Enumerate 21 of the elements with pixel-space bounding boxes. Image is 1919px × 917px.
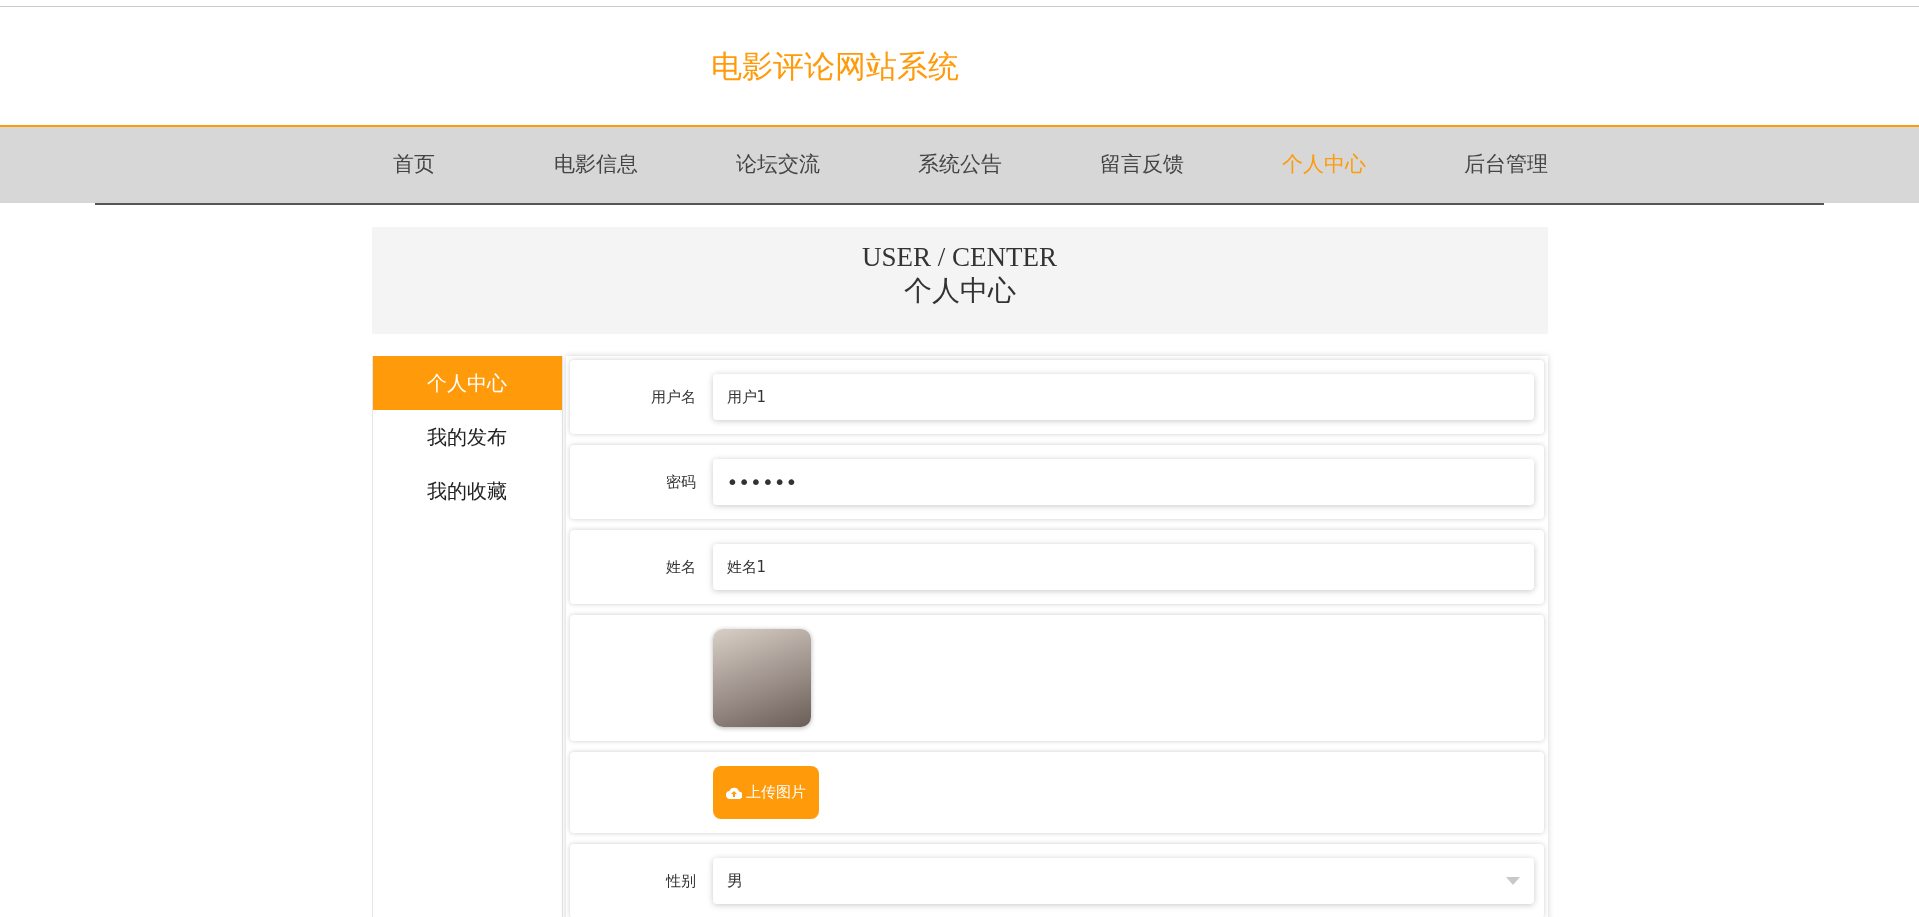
cloud-upload-icon [725,786,742,799]
caret-icon [1505,877,1520,885]
site-title: 电影评论网站系统 [710,47,960,86]
nav-link-item[interactable]: 首页 [322,149,505,181]
field-label: 姓名 [664,556,696,578]
sidebar-item[interactable]: 我的发布 [372,410,562,464]
sidebar-item[interactable]: 我的收藏 [372,464,562,518]
input-field[interactable]: 用户1 [712,374,1534,420]
select-field[interactable]: 男 [712,858,1534,904]
field-label: 用户名 [649,386,696,408]
nav-link-item[interactable]: 电影信息 [504,149,687,181]
input-field[interactable]: 姓名1 [712,544,1534,590]
nav-link-item[interactable]: 后台管理 [1414,149,1597,181]
nav-link-item[interactable]: 系统公告 [868,149,1051,181]
password-field[interactable]: •••••• [712,459,1534,505]
field-label: 密码 [664,471,696,493]
nav-link-item[interactable]: 论坛交流 [686,149,869,181]
section-title-english: USER / CENTER [861,243,1058,273]
nav-link-item[interactable]: 留言反馈 [1050,149,1233,181]
field-label: 性别 [664,870,696,892]
section-title: 个人中心 [902,273,1017,308]
